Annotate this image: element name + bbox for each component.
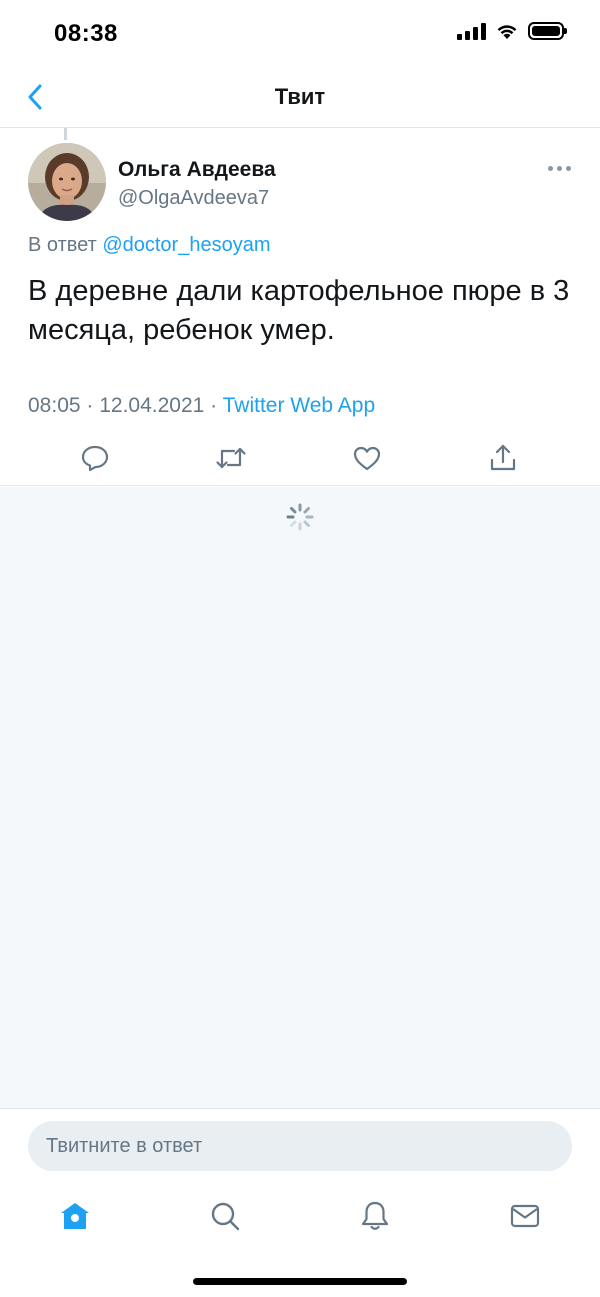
dot [547,165,553,171]
status-icons [457,22,567,40]
tab-notifications[interactable] [355,1196,395,1236]
tab-bar [0,1190,600,1246]
tab-search[interactable] [205,1196,245,1236]
notifications-icon [361,1201,389,1230]
like-icon [353,446,381,471]
reply-prefix: В ответ [28,234,97,256]
author-handle[interactable]: @OlgaAvdeeva7 [118,187,269,210]
home-indicator [193,1278,407,1285]
more-options-button[interactable] [544,158,574,178]
author-name[interactable]: Ольга Авдеева [118,158,276,182]
like-button[interactable] [349,440,385,476]
reply-input[interactable]: Твитните в ответ [28,1121,572,1171]
share-icon [490,444,516,471]
search-icon [211,1202,240,1231]
status-bar: 08:38 [0,0,600,66]
loading-spinner-icon [286,503,314,531]
avatar-image [28,143,106,221]
dot [556,165,562,171]
tweet-text: В деревне дали картофельное пюре в 3 мес… [28,275,570,346]
dot [565,165,571,171]
retweet-button[interactable] [213,440,249,476]
avatar[interactable] [28,143,106,221]
thread-line [64,128,67,140]
tweet-meta: 08:05 · 12.04.2021 · Twitter Web App [28,394,375,418]
reply-mention-link[interactable]: @doctor_hesoyam [102,234,270,256]
status-time: 08:38 [54,20,118,47]
tweet-timestamp: 08:05 · 12.04.2021 · [28,394,223,417]
reply-placeholder: Твитните в ответ [46,1135,203,1157]
tweet-source-link[interactable]: Twitter Web App [223,394,376,417]
nav-bar: Твит [0,66,600,128]
home-icon [61,1203,89,1229]
replies-loading-area [0,487,600,1109]
tweet-actions [0,436,600,486]
share-button[interactable] [485,440,521,476]
wifi-icon [497,24,517,39]
signal-icon [457,22,486,40]
page-title: Твит [274,84,326,109]
retweet-icon [216,447,246,469]
reply-context: В ответ @doctor_hesoyam [28,234,271,257]
reply-button[interactable] [77,440,113,476]
tab-home[interactable] [55,1196,95,1236]
reply-icon [81,445,109,472]
battery-icon [528,22,567,40]
tab-messages[interactable] [505,1196,545,1236]
messages-icon [510,1204,540,1228]
